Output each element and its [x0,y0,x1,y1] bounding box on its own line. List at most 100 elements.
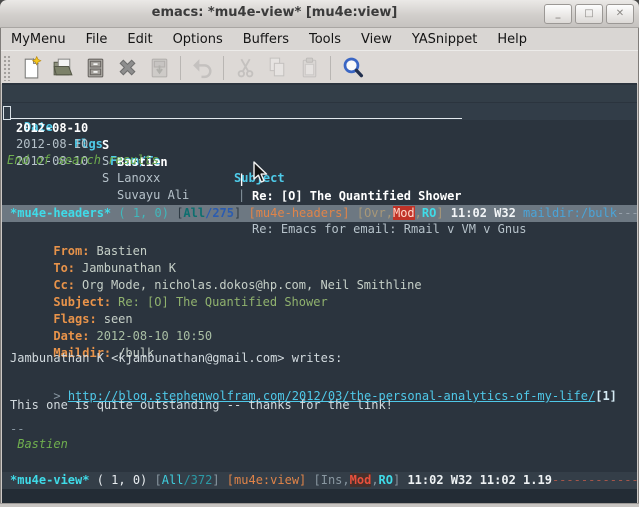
open-folder-icon [51,55,76,80]
menu-options[interactable]: Options [163,30,233,49]
save-button[interactable] [79,53,111,83]
major-mode[interactable]: [mu4e-headers] [248,206,356,220]
mode-line-dashes: ------------------ [552,473,637,487]
window-controls: _ □ ✕ [544,4,634,24]
menu-view[interactable]: View [351,30,402,49]
point-position: ( 1, 0) [89,473,154,487]
line-total: /372 [183,473,212,487]
toolbar-separator [223,56,224,80]
menu-yasnippet[interactable]: YASnippet [402,30,488,49]
flag-modified[interactable]: Mod [393,206,415,220]
save-as-button[interactable] [143,53,175,83]
comma: , [371,473,378,487]
menu-help[interactable]: Help [487,30,537,49]
flag-insert: [Ins, [314,473,350,487]
close-icon: ✕ [616,9,624,19]
undo-icon [190,55,215,80]
field-subject: Subject:Re: [O] The Quantified Shower [10,277,328,294]
new-file-button[interactable] [15,53,47,83]
field-cc: Cc:Org Mode, nicholas.dokos@hp.com, Neil… [10,260,422,277]
copy-button[interactable] [261,53,293,83]
comma: , [415,206,422,220]
paste-button[interactable] [293,53,325,83]
open-button[interactable] [47,53,79,83]
menu-file[interactable]: File [76,30,118,49]
end-of-results-message: End of search results [7,152,159,169]
line-total: /275 [205,206,234,220]
bracket: ] [436,206,450,220]
bracket: ] [393,473,407,487]
bracket: ] [212,473,226,487]
emacs-window: emacs: *mu4e-view* [mu4e:view] _ □ ✕ MyM… [0,0,639,507]
undo-button[interactable] [186,53,218,83]
body-comment-line: This one is quite outstanding -- thanks … [10,397,393,414]
menu-buffers[interactable]: Buffers [233,30,299,49]
menu-edit[interactable]: Edit [117,30,162,49]
clock-and-window: 11:02 W32 11:02 1.19 [407,473,552,487]
toolbar-separator [330,56,331,80]
save-as-icon [147,55,172,80]
message-row[interactable]: 2012-08-10 S Lanoxx | Re: Compiling glib… [2,119,637,136]
menubar: MyMenu File Edit Options Buffers Tools V… [1,28,638,50]
delete-x-icon [115,55,140,80]
echo-area[interactable] [2,489,637,504]
buffer-name: *mu4e-view* [10,473,89,487]
link-reference[interactable]: [1] [595,389,617,403]
scroll-all: All [162,473,184,487]
window-title: emacs: *mu4e-view* [mu4e:view] [0,5,549,20]
close-button[interactable]: ✕ [606,4,634,24]
field-date: Date:2012-08-10 10:50 [10,311,212,328]
flag-read-only[interactable]: RO [379,473,393,487]
row-flags: S [102,170,109,187]
save-icon [83,55,108,80]
scroll-all: All [183,206,205,220]
row-separator: | [238,187,245,204]
row-subject: Re: Emacs for email: Rmail v VM v Gnus [252,221,527,238]
row-subject: Re: [O] The Quantified Shower [252,188,462,205]
maximize-button[interactable]: □ [575,4,603,24]
cut-scissors-icon [233,55,258,80]
toolbar-drag-handle[interactable] [3,55,11,81]
buffer-name: *mu4e-headers* [10,206,111,220]
point-position: ( 1, 0) [111,206,176,220]
toolbar-separator [180,56,181,80]
bracket: [ [155,473,162,487]
mouse-pointer-icon [252,161,270,185]
row-from: Lanoxx [117,170,160,187]
window-bottom-border [0,503,639,507]
menu-tools[interactable]: Tools [299,30,351,49]
flag-ovr: [Ovr, [357,206,393,220]
minimize-button[interactable]: _ [544,4,572,24]
headers-header-line[interactable]: ▼ Date Flgs From/To Subject [2,85,637,102]
titlebar[interactable]: emacs: *mu4e-view* [mu4e:view] _ □ ✕ [0,0,639,28]
flag-modified[interactable]: Mod [350,473,372,487]
search-button[interactable] [336,53,368,83]
delete-button[interactable] [111,53,143,83]
bracket: ] [234,206,248,220]
maximize-icon: □ [584,9,593,19]
field-to: To:Jambunathan K [10,243,176,260]
message-row[interactable]: 2012-08-10 S Suvayu Ali | Re: Emacs for … [2,136,637,153]
view-mode-line[interactable]: *mu4e-view* ( 1, 0) [All/372] [mu4e:view… [2,472,637,489]
copy-icon [265,55,290,80]
field-from: From:Bastien [10,226,147,243]
toolbar [1,50,638,84]
inactive-cursor [3,106,11,120]
row-separator: | [238,171,245,188]
emacs-frame: ▼ Date Flgs From/To Subject 2012-08-10 S… [2,83,637,504]
body-quote-line: > http://blog.stephenwolfram.com/2012/03… [10,371,617,388]
major-mode[interactable]: [mu4e:view] [227,473,314,487]
clock-and-window: 11:02 W32 [451,206,523,220]
maildir-indicator: maildir:/bulk [523,206,617,220]
headers-mode-line[interactable]: *mu4e-headers* ( 1, 0) [All/275] [mu4e-h… [2,205,637,222]
minimize-icon: _ [556,9,561,19]
field-flags: Flags:seen [10,294,133,311]
message-row-selected[interactable]: 2012-08-10 S Bastien | Re: [O] The Quant… [2,103,637,120]
flag-read-only[interactable]: RO [422,206,436,220]
cut-button[interactable] [229,53,261,83]
menu-mymenu[interactable]: MyMenu [1,30,76,49]
mode-line-dashes: ------------ [617,206,637,220]
search-magnifier-icon [340,55,365,80]
field-value: Re: [O] The Quantified Shower [118,295,328,309]
new-file-icon [19,55,44,80]
